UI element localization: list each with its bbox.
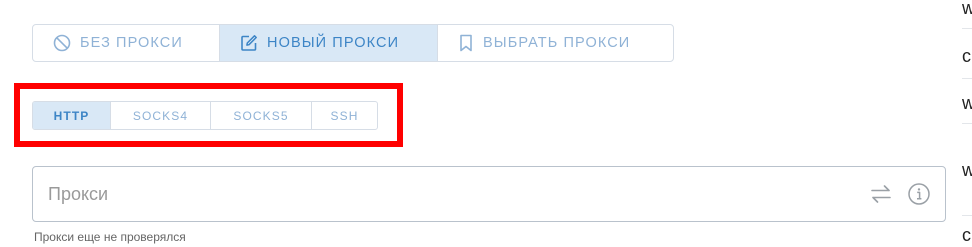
side-list-item: c (962, 46, 971, 66)
no-proxy-button[interactable]: БЕЗ ПРОКСИ (33, 25, 219, 61)
proxy-field (32, 166, 946, 222)
side-list-item: c (962, 225, 971, 245)
choose-proxy-label: ВЫБРАТЬ ПРОКСИ (483, 35, 631, 51)
divider (962, 215, 972, 216)
new-proxy-label: НОВЫЙ ПРОКСИ (267, 35, 400, 51)
bookmark-icon (458, 34, 474, 52)
protocol-selector: HTTP SOCKS4 SOCKS5 SSH (32, 101, 378, 130)
side-list-item: w (962, 160, 972, 180)
protocol-tab-http[interactable]: HTTP (33, 102, 110, 129)
swap-arrows-icon[interactable] (869, 182, 893, 206)
divider (962, 28, 972, 29)
no-proxy-icon (53, 34, 71, 52)
divider (962, 78, 972, 79)
edit-icon (240, 34, 258, 52)
choose-proxy-button[interactable]: ВЫБРАТЬ ПРОКСИ (437, 25, 673, 61)
new-proxy-button[interactable]: НОВЫЙ ПРОКСИ (219, 25, 437, 61)
no-proxy-label: БЕЗ ПРОКСИ (80, 35, 183, 51)
protocol-tab-socks5[interactable]: SOCKS5 (210, 102, 311, 129)
protocol-tab-ssh[interactable]: SSH (311, 102, 377, 129)
proxy-mode-selector: БЕЗ ПРОКСИ НОВЫЙ ПРОКСИ ВЫБРАТЬ ПРОКСИ (32, 24, 674, 62)
protocol-tab-socks4[interactable]: SOCKS4 (110, 102, 210, 129)
divider (962, 123, 972, 124)
proxy-status-text: Прокси еще не проверялся (34, 230, 186, 244)
side-list-item: w (962, 93, 972, 113)
info-icon[interactable] (907, 182, 931, 206)
proxy-input[interactable] (33, 167, 853, 221)
side-list-item: w (962, 0, 972, 18)
